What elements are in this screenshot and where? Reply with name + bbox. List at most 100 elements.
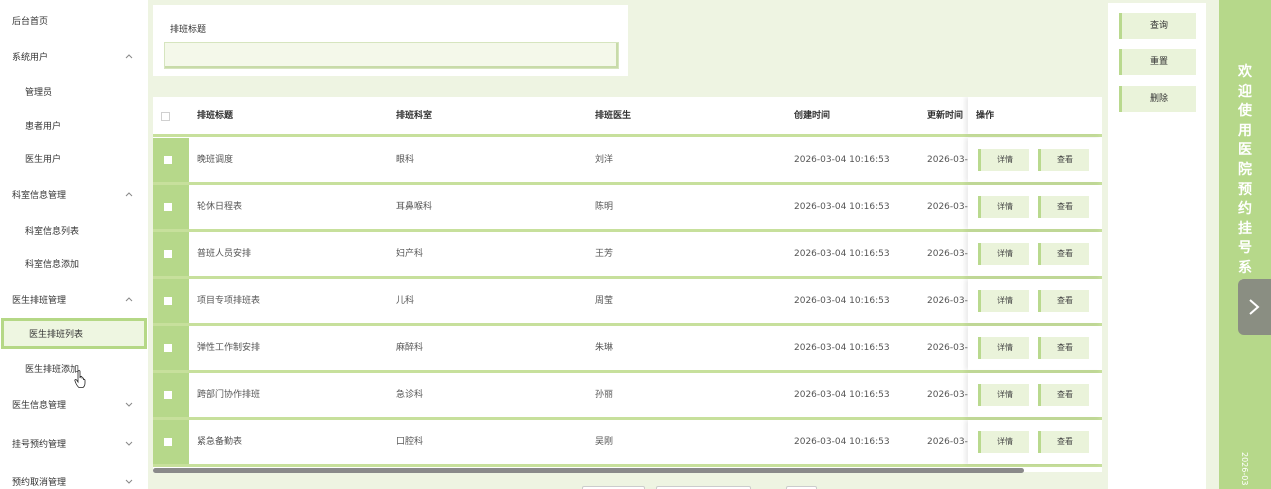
sidebar-item-13[interactable]: 预约取消管理 [0,466,148,489]
banner-toggle-button[interactable] [1238,279,1271,335]
sidebar-item-label: 管理员 [25,87,53,98]
cell-doctor: 王芳 [595,249,614,259]
chevron-down-icon [124,476,134,486]
view-button[interactable]: 查看 [1038,290,1089,312]
cell-title: 紧急备勤表 [197,437,243,447]
banner-char: 系 [1238,259,1252,276]
sidebar-item-5[interactable]: 科室信息管理 [0,179,148,209]
banner-char: 欢 [1238,64,1252,80]
chevron-down-icon [124,399,134,409]
cell-dept: 妇产科 [396,249,424,259]
ops-cell: 详情 查看 [968,326,1102,370]
detail-button[interactable]: 详情 [978,337,1029,359]
sidebar-item-6[interactable]: 科室信息列表 [0,215,148,245]
table-row: 普班人员安排 妇产科 王芳 2026-03-04 10:16:53 2026-03-0 详… [153,232,1102,279]
sidebar-item-label: 科室信息列表 [25,226,80,237]
sidebar-item-1[interactable]: 系统用户 [0,41,148,71]
row-checkbox[interactable] [164,250,172,258]
sidebar-item-8[interactable]: 医生排班管理 [0,284,148,314]
action-panel: 查询 重置 删除 [1108,3,1206,489]
sidebar-item-4[interactable]: 医生用户 [0,143,148,173]
row-checkbox[interactable] [164,438,172,446]
header-title: 排班标题 [197,111,234,121]
sidebar-item-7[interactable]: 科室信息添加 [0,248,148,278]
chevron-right-icon [1249,299,1260,315]
ops-header-cell: 操作 [968,97,1102,134]
chevron-up-icon [124,51,134,61]
ops-cell: 详情 查看 [968,232,1102,276]
cell-created: 2026-03-04 10:16:53 [794,437,890,447]
cell-title: 弹性工作制安排 [197,343,261,353]
select-all-checkbox[interactable] [161,112,170,121]
table-row: 项目专项排班表 儿科 周莹 2026-03-04 10:16:53 2026-03-0 详… [153,279,1102,326]
query-button[interactable]: 查询 [1119,13,1196,39]
sidebar-item-label: 科室信息管理 [12,190,67,201]
sidebar-item-label: 后台首页 [12,16,49,27]
row-select-cell [153,373,189,417]
welcome-banner: 欢迎使用医院预约挂号系统 2026-03 [1219,0,1271,489]
header-created: 创建时间 [794,111,831,121]
banner-char: 号 [1238,240,1252,257]
cell-created: 2026-03-04 10:16:53 [794,296,890,306]
sidebar-item-label: 医生信息管理 [12,400,67,411]
sidebar: 后台首页 系统用户 管理员 患者用户 医生用户 科室信息管理 科室信息列表 科室信息添加 医生排… [0,0,148,489]
reset-button[interactable]: 重置 [1119,49,1196,75]
cell-doctor: 陈明 [595,202,614,212]
cell-updated: 2026-03-0 [927,296,969,306]
view-button[interactable]: 查看 [1038,149,1089,171]
ops-cell: 详情 查看 [968,420,1102,464]
table-row: 轮休日程表 耳鼻喉科 陈明 2026-03-04 10:16:53 2026-03-0 详… [153,185,1102,232]
sidebar-item-2[interactable]: 管理员 [0,76,148,106]
header-ops: 操作 [976,111,995,121]
sidebar-item-label: 挂号预约管理 [12,439,67,450]
detail-button[interactable]: 详情 [978,149,1029,171]
chevron-down-icon [124,438,134,448]
chevron-up-icon [124,294,134,304]
row-select-cell [153,138,189,182]
cell-dept: 儿科 [396,296,415,306]
banner-char: 用 [1238,122,1252,139]
row-select-cell [153,420,189,464]
banner-char: 挂 [1238,220,1252,237]
cell-updated: 2026-03-0 [927,202,969,212]
sidebar-item-0[interactable]: 后台首页 [0,5,148,35]
sidebar-item-3[interactable]: 患者用户 [0,110,148,140]
header-doctor: 排班医生 [595,111,632,121]
sidebar-item-label: 医生排班添加 [25,364,80,375]
sidebar-item-9[interactable]: 医生排班列表 [1,318,147,349]
schedule-table: 排班标题 排班科室 排班医生 创建时间 更新时间 操作 晚班调度 眼科 刘洋 2026… [153,97,1102,472]
row-checkbox[interactable] [164,156,172,164]
row-checkbox[interactable] [164,391,172,399]
view-button[interactable]: 查看 [1038,431,1089,453]
cell-title: 轮休日程表 [197,202,243,212]
cell-dept: 麻醉科 [396,343,424,353]
ops-cell: 详情 查看 [968,279,1102,323]
cell-doctor: 孙丽 [595,390,614,400]
row-checkbox[interactable] [164,344,172,352]
banner-char: 使 [1238,103,1252,120]
view-button[interactable]: 查看 [1038,196,1089,218]
detail-button[interactable]: 详情 [978,290,1029,312]
cell-title: 项目专项排班表 [197,296,261,306]
cell-updated: 2026-03-0 [927,155,969,165]
cell-dept: 眼科 [396,155,415,165]
schedule-title-search-input[interactable] [164,42,619,69]
hand-pointer-icon [74,370,86,388]
table-header: 排班标题 排班科室 排班医生 创建时间 更新时间 操作 [153,97,1102,137]
sidebar-item-11[interactable]: 医生信息管理 [0,389,148,419]
table-horizontal-scrollbar[interactable] [153,468,1024,473]
sidebar-item-label: 科室信息添加 [25,259,80,270]
delete-button[interactable]: 删除 [1119,86,1196,112]
row-checkbox[interactable] [164,297,172,305]
row-checkbox[interactable] [164,203,172,211]
view-button[interactable]: 查看 [1038,384,1089,406]
view-button[interactable]: 查看 [1038,243,1089,265]
cell-created: 2026-03-04 10:16:53 [794,202,890,212]
detail-button[interactable]: 详情 [978,196,1029,218]
detail-button[interactable]: 详情 [978,243,1029,265]
view-button[interactable]: 查看 [1038,337,1089,359]
detail-button[interactable]: 详情 [978,384,1029,406]
detail-button[interactable]: 详情 [978,431,1029,453]
row-select-cell [153,232,189,276]
sidebar-item-12[interactable]: 挂号预约管理 [0,428,148,458]
